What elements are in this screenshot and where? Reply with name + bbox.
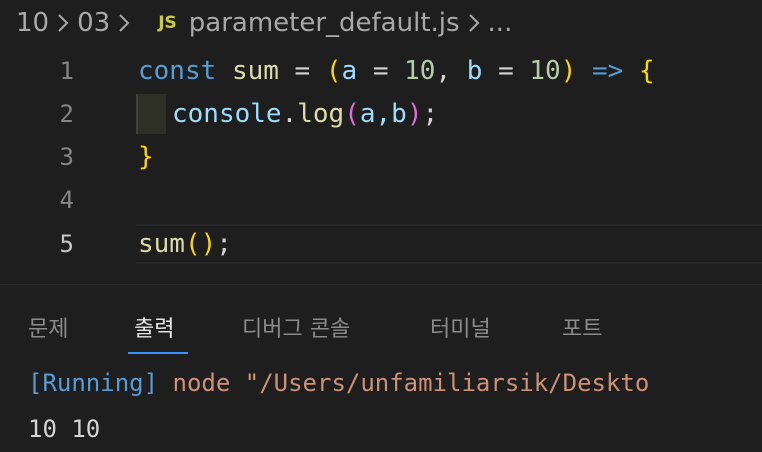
code-line[interactable]: 3 }: [0, 135, 762, 178]
line-number: 1: [59, 56, 74, 85]
token: {: [639, 55, 655, 86]
vscode-window: 10 03 JS parameter_default.js ... 1 cons…: [0, 0, 762, 452]
code-text: const sum = (a = 10, b = 10) => {: [138, 56, 655, 86]
code-text: console.log(a,b);: [172, 99, 438, 129]
output-line: [Running] node "/Users/unfamiliarsik/Des…: [28, 369, 649, 397]
code-text: }: [138, 142, 154, 172]
token: a,b: [359, 98, 407, 129]
token: const: [138, 55, 217, 86]
token: =: [482, 55, 530, 86]
line-number: 3: [59, 142, 74, 171]
line-number: 5: [59, 229, 74, 258]
output-command: node "/Users/unfamiliarsik/Deskto: [158, 369, 650, 397]
token: sum: [231, 55, 279, 86]
tab-debug-console[interactable]: 디버그 콘솔: [242, 311, 350, 343]
breadcrumb-folder-03[interactable]: 03: [77, 8, 110, 38]
chevron-right-icon: [57, 12, 69, 34]
code-text: sum();: [138, 229, 232, 259]
breadcrumb-file[interactable]: parameter_default.js: [189, 8, 460, 38]
tab-terminal[interactable]: 터미널: [430, 311, 491, 343]
token: console: [172, 98, 282, 129]
code-line[interactable]: 4: [0, 178, 762, 221]
token: (): [184, 228, 217, 259]
token: =>: [576, 55, 639, 86]
chevron-right-icon: [118, 12, 130, 34]
token: b: [466, 55, 483, 86]
breadcrumb: 10 03 JS parameter_default.js ...: [0, 0, 762, 46]
token: log: [297, 98, 345, 129]
token: ): [406, 98, 423, 129]
code-editor[interactable]: 1 const sum = (a = 10, b = 10) => { 2 co…: [0, 46, 762, 286]
token: (: [344, 98, 360, 129]
token: a: [341, 55, 358, 86]
code-line[interactable]: 1 const sum = (a = 10, b = 10) => {: [0, 49, 762, 92]
token: (: [325, 55, 342, 86]
token: ,: [435, 55, 467, 86]
line-number: 4: [59, 185, 74, 214]
token: ): [560, 55, 577, 86]
output-running-label: [Running]: [28, 369, 159, 397]
token: 10: [404, 55, 436, 86]
tab-ports[interactable]: 포트: [562, 311, 602, 343]
token: sum: [138, 228, 185, 259]
code-line[interactable]: 2 console.log(a,b);: [0, 92, 762, 135]
output-result: 10 10: [28, 415, 101, 443]
token: =: [278, 55, 326, 86]
token: .: [281, 98, 298, 129]
indent-guide: [136, 93, 166, 134]
chevron-right-icon: [468, 12, 480, 34]
line-number: 2: [59, 99, 74, 128]
tab-output[interactable]: 출력: [134, 311, 174, 343]
javascript-file-icon: JS: [158, 13, 177, 33]
tab-problems[interactable]: 문제: [28, 311, 68, 343]
breadcrumb-folder-10[interactable]: 10: [16, 8, 49, 38]
token: ;: [216, 228, 232, 259]
bottom-panel: 문제 출력 디버그 콘솔 터미널 포트 [Running] node "/Use…: [0, 284, 762, 452]
token: ;: [422, 98, 439, 129]
token: 10: [529, 55, 561, 86]
token: }: [138, 141, 154, 172]
code-line-active[interactable]: 5 sum();: [0, 222, 762, 265]
breadcrumb-more[interactable]: ...: [488, 8, 513, 38]
active-tab-indicator: [128, 352, 188, 354]
token: =: [357, 55, 405, 86]
panel-tabs: 문제 출력 디버그 콘솔 터미널 포트: [0, 285, 762, 355]
